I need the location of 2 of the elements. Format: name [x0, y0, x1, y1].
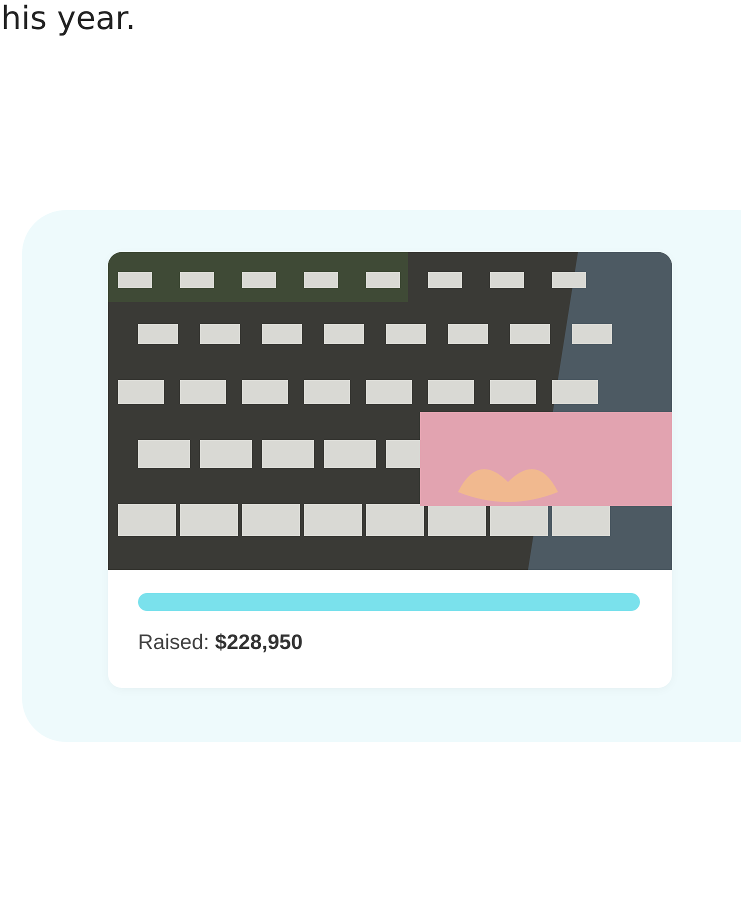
raised-amount: Raised: $228,950 — [138, 631, 304, 655]
intro-text: his year. — [1, 0, 136, 37]
